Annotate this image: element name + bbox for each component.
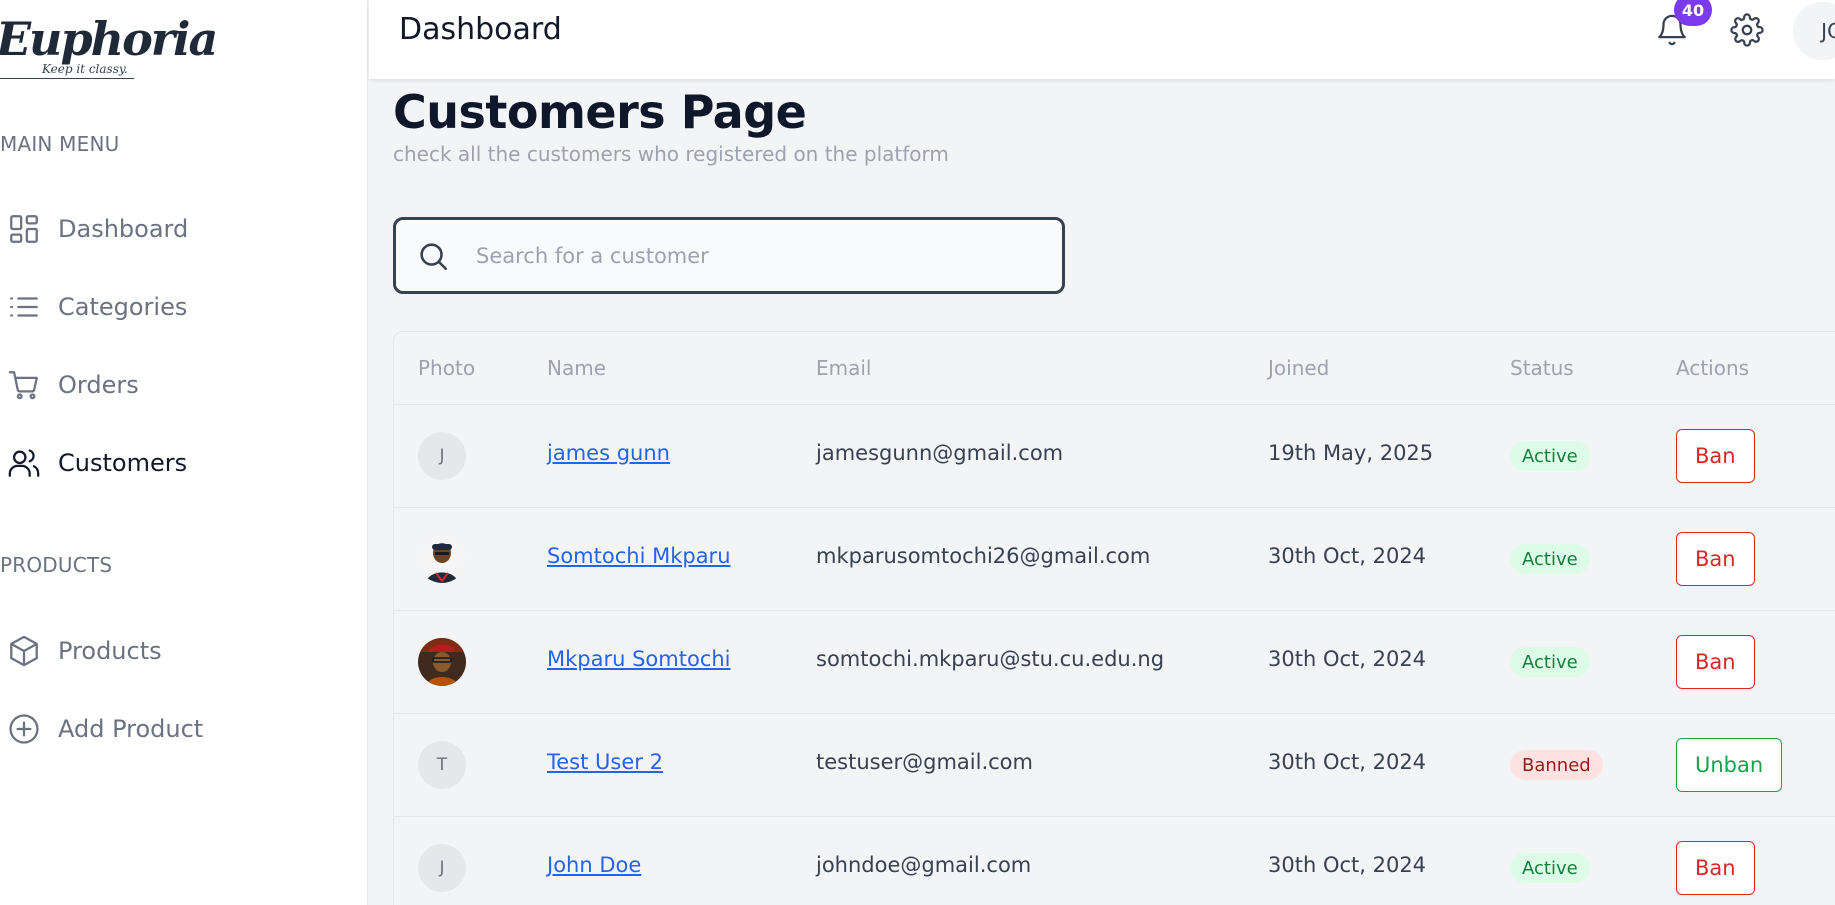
status-badge: Banned xyxy=(1510,750,1603,780)
sidebar-item-label: Dashboard xyxy=(58,215,189,243)
column-header-photo: Photo xyxy=(418,356,476,380)
customer-joined-date: 30th Oct, 2024 xyxy=(1268,853,1427,877)
logo-wordmark: Euphoria xyxy=(0,12,218,66)
sidebar-item-categories[interactable]: Categories xyxy=(0,279,360,335)
sidebar-item-label: Add Product xyxy=(58,715,204,743)
sidebar-item-label: Customers xyxy=(58,449,188,477)
sidebar-item-add-product[interactable]: Add Product xyxy=(0,701,360,757)
gear-icon[interactable] xyxy=(1730,13,1764,47)
customer-email: johndoe@gmail.com xyxy=(816,853,1032,877)
customer-email: testuser@gmail.com xyxy=(816,750,1033,774)
column-header-name: Name xyxy=(547,356,607,380)
unban-button[interactable]: Unban xyxy=(1676,738,1783,792)
customer-avatar: J xyxy=(418,844,466,892)
customer-email: mkparusomtochi26@gmail.com xyxy=(816,544,1151,568)
ban-button[interactable]: Ban xyxy=(1676,635,1755,689)
top-header: Dashboard 40 JO xyxy=(369,0,1835,79)
list-icon xyxy=(7,290,41,324)
ban-button[interactable]: Ban xyxy=(1676,429,1755,483)
table-row: J John Doe johndoe@gmail.com 30th Oct, 2… xyxy=(394,817,1835,905)
customer-avatar: T xyxy=(418,741,466,789)
customer-joined-date: 30th Oct, 2024 xyxy=(1268,647,1427,671)
customer-search-input[interactable] xyxy=(476,243,1036,268)
customers-table: Photo Name Email Joined Status Actions J… xyxy=(393,331,1835,905)
column-header-email: Email xyxy=(816,356,872,380)
customer-name-link[interactable]: Mkparu Somtochi xyxy=(547,647,731,671)
search-icon xyxy=(416,239,450,273)
status-badge: Active xyxy=(1510,441,1590,471)
table-row: T Test User 2 testuser@gmail.com 30th Oc… xyxy=(394,714,1835,817)
status-badge: Active xyxy=(1510,544,1590,574)
status-badge: Active xyxy=(1510,647,1590,677)
table-row: Mkparu Somtochi somtochi.mkparu@stu.cu.e… xyxy=(394,611,1835,714)
customer-name-link[interactable]: John Doe xyxy=(547,853,641,877)
column-header-joined: Joined xyxy=(1268,356,1330,380)
customer-name-link[interactable]: Test User 2 xyxy=(547,750,663,774)
section-label-products: PRODUCTS xyxy=(0,553,113,577)
page-subtitle: check all the customers who registered o… xyxy=(393,142,949,166)
brand-logo[interactable]: Euphoria Keep it classy. xyxy=(0,12,218,84)
sidebar-item-dashboard[interactable]: Dashboard xyxy=(0,201,360,257)
status-badge: Active xyxy=(1510,853,1590,883)
sidebar: Euphoria Keep it classy. MAIN MENU Dashb… xyxy=(0,0,368,905)
plus-circle-icon xyxy=(7,712,41,746)
sidebar-item-label: Orders xyxy=(58,371,139,399)
notification-count-badge: 40 xyxy=(1674,0,1712,26)
customer-avatar-photo xyxy=(418,638,466,686)
customer-name-link[interactable]: Somtochi Mkparu xyxy=(547,544,731,568)
customer-avatar-photo xyxy=(418,535,466,583)
cart-icon xyxy=(7,368,41,402)
ban-button[interactable]: Ban xyxy=(1676,841,1755,895)
page-title: Customers Page xyxy=(393,85,807,139)
sidebar-item-orders[interactable]: Orders xyxy=(0,357,360,413)
header-title: Dashboard xyxy=(399,12,562,47)
search-box xyxy=(393,217,1065,294)
table-header: Photo Name Email Joined Status Actions xyxy=(394,332,1835,405)
customer-joined-date: 30th Oct, 2024 xyxy=(1268,750,1427,774)
ban-button[interactable]: Ban xyxy=(1676,532,1755,586)
customer-name-link[interactable]: james gunn xyxy=(547,441,670,465)
dashboard-grid-icon xyxy=(7,212,41,246)
customer-email: jamesgunn@gmail.com xyxy=(816,441,1064,465)
customer-joined-date: 19th May, 2025 xyxy=(1268,441,1434,465)
sidebar-item-products[interactable]: Products xyxy=(0,623,360,679)
sidebar-item-label: Categories xyxy=(58,293,188,321)
table-row: Somtochi Mkparu mkparusomtochi26@gmail.c… xyxy=(394,508,1835,611)
sidebar-item-customers[interactable]: Customers xyxy=(0,435,360,491)
customer-joined-date: 30th Oct, 2024 xyxy=(1268,544,1427,568)
sidebar-item-label: Products xyxy=(58,637,162,665)
customer-avatar: J xyxy=(418,432,466,480)
logo-tagline: Keep it classy. xyxy=(42,62,128,76)
box-icon xyxy=(7,634,41,668)
user-avatar-button[interactable]: JO xyxy=(1793,2,1835,60)
users-icon xyxy=(7,446,41,480)
customer-email: somtochi.mkparu@stu.cu.edu.ng xyxy=(816,647,1165,671)
table-row: J james gunn jamesgunn@gmail.com 19th Ma… xyxy=(394,405,1835,508)
column-header-actions: Actions xyxy=(1676,356,1750,380)
section-label-main-menu: MAIN MENU xyxy=(0,132,120,156)
logo-underline xyxy=(0,78,134,79)
column-header-status: Status xyxy=(1510,356,1574,380)
